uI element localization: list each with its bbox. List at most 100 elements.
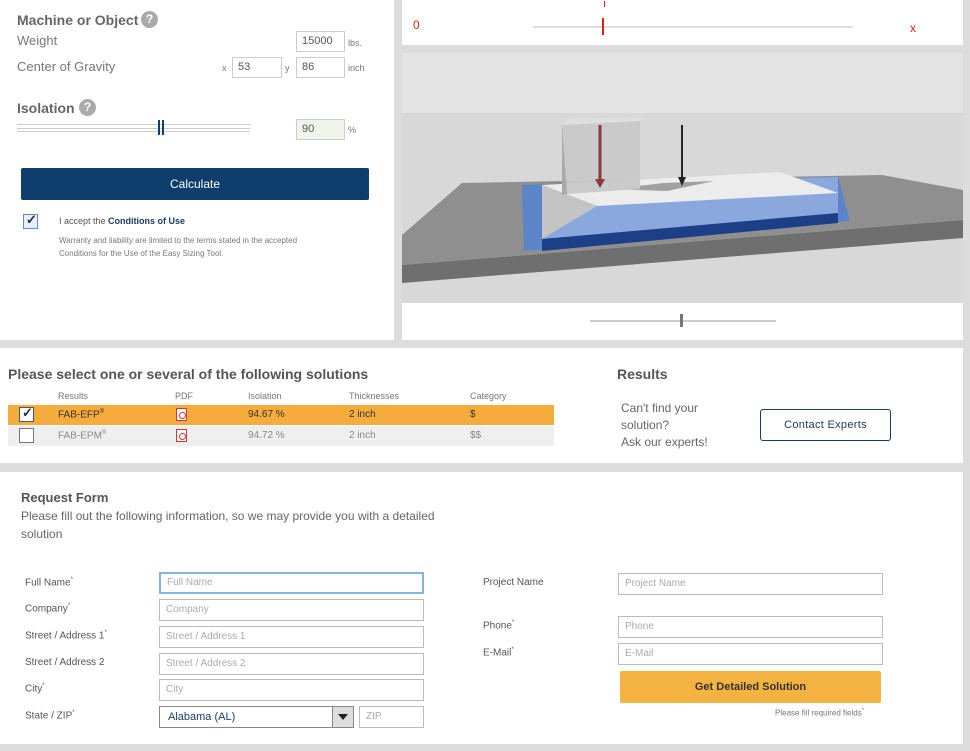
street1-field[interactable]: Street / Address 1	[159, 626, 424, 648]
weight-label: Weight	[17, 33, 58, 48]
solution-name: FAB-EFP®	[58, 409, 104, 420]
street2-label: Street / Address 2	[25, 657, 105, 668]
street1-label-text: Street / Address 1	[25, 630, 105, 642]
full-name-label-text: Full Name	[25, 577, 71, 589]
company-label-text: Company	[25, 603, 68, 615]
solution-checkbox[interactable]: ✓	[19, 405, 34, 422]
full-name-field[interactable]: Full Name	[159, 572, 424, 594]
machine-panel: Machine or Object ? Weight 15000 lbs. Ce…	[0, 0, 394, 340]
checkmark-icon: ✓	[26, 212, 37, 227]
registered-mark: ®	[99, 409, 105, 415]
solution-checkbox[interactable]	[19, 428, 34, 443]
cog-unit: inch	[348, 63, 365, 73]
solution-thickness: 2 inch	[349, 409, 376, 420]
solution-name-text: FAB-EPM	[58, 430, 102, 442]
required-fields-note: Please fill required fields*	[775, 708, 864, 718]
cog-y-input[interactable]: 86	[296, 57, 345, 78]
full-name-label: Full Name*	[25, 577, 73, 588]
solutions-title: Please select one or several of the foll…	[8, 366, 369, 382]
phone-label: Phone*	[483, 620, 514, 631]
required-mark: *	[861, 708, 865, 714]
phone-field[interactable]: Phone	[618, 616, 883, 638]
required-mark: *	[70, 577, 73, 583]
results-line3: Ask our experts!	[621, 435, 708, 449]
results-line2: solution?	[621, 418, 670, 432]
warranty-note-line2: Conditions for the Use of the Easy Sizin…	[59, 249, 224, 258]
machine-title: Machine or Object	[17, 12, 139, 28]
slider-max-label: x	[910, 21, 916, 35]
col-header-pdf: PDF	[175, 391, 193, 401]
col-header-category: Category	[470, 391, 507, 401]
company-label: Company*	[25, 603, 70, 614]
required-mark: *	[67, 603, 71, 609]
project-name-field[interactable]: Project Name	[618, 573, 883, 595]
subtitle-line1: Please fill out the following informatio…	[21, 509, 435, 523]
weight-unit: lbs.	[348, 38, 363, 48]
checkmark-icon: ✓	[22, 405, 33, 420]
request-form-panel: Request Form Please fill out the followi…	[0, 472, 963, 744]
state-select[interactable]: Alabama (AL)	[159, 706, 354, 728]
request-form-title: Request Form	[21, 490, 109, 505]
project-name-label: Project Name	[483, 577, 544, 588]
required-mark: *	[72, 710, 75, 716]
solution-name-text: FAB-EFP	[58, 409, 100, 421]
subtitle-line2: solution	[21, 527, 63, 541]
y-label: y	[285, 63, 290, 73]
accept-prefix: I accept the	[59, 216, 109, 226]
help-icon[interactable]: ?	[79, 99, 96, 116]
get-detailed-solution-button[interactable]: Get Detailed Solution	[620, 671, 881, 703]
solution-category: $	[470, 409, 476, 420]
city-label: City*	[25, 683, 45, 694]
help-icon[interactable]: ?	[141, 11, 158, 28]
street2-field[interactable]: Street / Address 2	[159, 653, 424, 675]
city-field[interactable]: City	[159, 679, 424, 701]
state-zip-label: State / ZIP*	[25, 710, 75, 721]
solution-isolation: 94.67 %	[248, 409, 285, 420]
position-slider-track[interactable]	[533, 26, 853, 28]
solution-thickness: 2 inch	[349, 430, 376, 441]
email-label: E-Mail*	[483, 647, 514, 658]
company-field[interactable]: Company	[159, 599, 424, 621]
slider-min-label: 0	[413, 18, 420, 32]
registered-mark: ®	[101, 430, 107, 436]
state-zip-label-text: State / ZIP	[25, 710, 73, 722]
city-label-text: City	[25, 683, 43, 695]
chevron-down-icon[interactable]	[332, 707, 353, 727]
phone-label-text: Phone	[483, 620, 512, 632]
email-field[interactable]: E-Mail	[618, 643, 883, 665]
results-line1: Can't find your	[621, 401, 698, 415]
isolation-slider-handle[interactable]	[158, 120, 165, 135]
cog-label: Center of Gravity	[17, 59, 116, 74]
view-slider-handle	[680, 314, 683, 327]
results-title: Results	[617, 366, 668, 382]
col-header-results: Results	[58, 391, 89, 401]
request-form-subtitle: Please fill out the following informatio…	[21, 507, 435, 543]
3d-viewport[interactable]	[402, 53, 963, 340]
required-mark: *	[511, 647, 514, 653]
calculate-button[interactable]: Calculate	[21, 168, 369, 200]
table-row[interactable]: FAB-EPM® 94.72 % 2 inch $$	[8, 426, 554, 446]
required-note-text: Please fill required fields	[775, 708, 862, 718]
pdf-icon[interactable]	[176, 408, 187, 421]
position-slider-handle[interactable]	[602, 18, 604, 35]
warranty-note: Warranty and liability are limited to th…	[59, 234, 297, 260]
cog-x-input[interactable]: 53	[232, 57, 282, 78]
zip-field[interactable]: ZIP	[359, 706, 424, 728]
3d-view-panel	[402, 53, 963, 340]
results-message: Can't find your solution? Ask our expert…	[621, 400, 708, 451]
required-mark: *	[104, 630, 107, 636]
street1-label: Street / Address 1*	[25, 630, 107, 641]
conditions-link[interactable]: Conditions of Use	[108, 216, 185, 226]
solution-isolation: 94.72 %	[248, 430, 285, 441]
isolation-input[interactable]: 90	[296, 119, 345, 140]
position-slider-panel: 0 x	[402, 0, 963, 45]
contact-experts-button[interactable]: Contact Experts	[760, 409, 891, 441]
weight-input[interactable]: 15000	[296, 31, 345, 52]
required-mark: *	[511, 620, 515, 626]
x-label: x	[222, 63, 227, 73]
isolation-slider-track[interactable]	[17, 124, 250, 132]
accept-conditions-checkbox[interactable]: ✓	[23, 212, 38, 229]
table-row[interactable]: ✓ FAB-EFP® 94.67 % 2 inch $	[8, 405, 554, 425]
isolation-unit: %	[348, 125, 357, 135]
pdf-icon[interactable]	[176, 429, 187, 442]
